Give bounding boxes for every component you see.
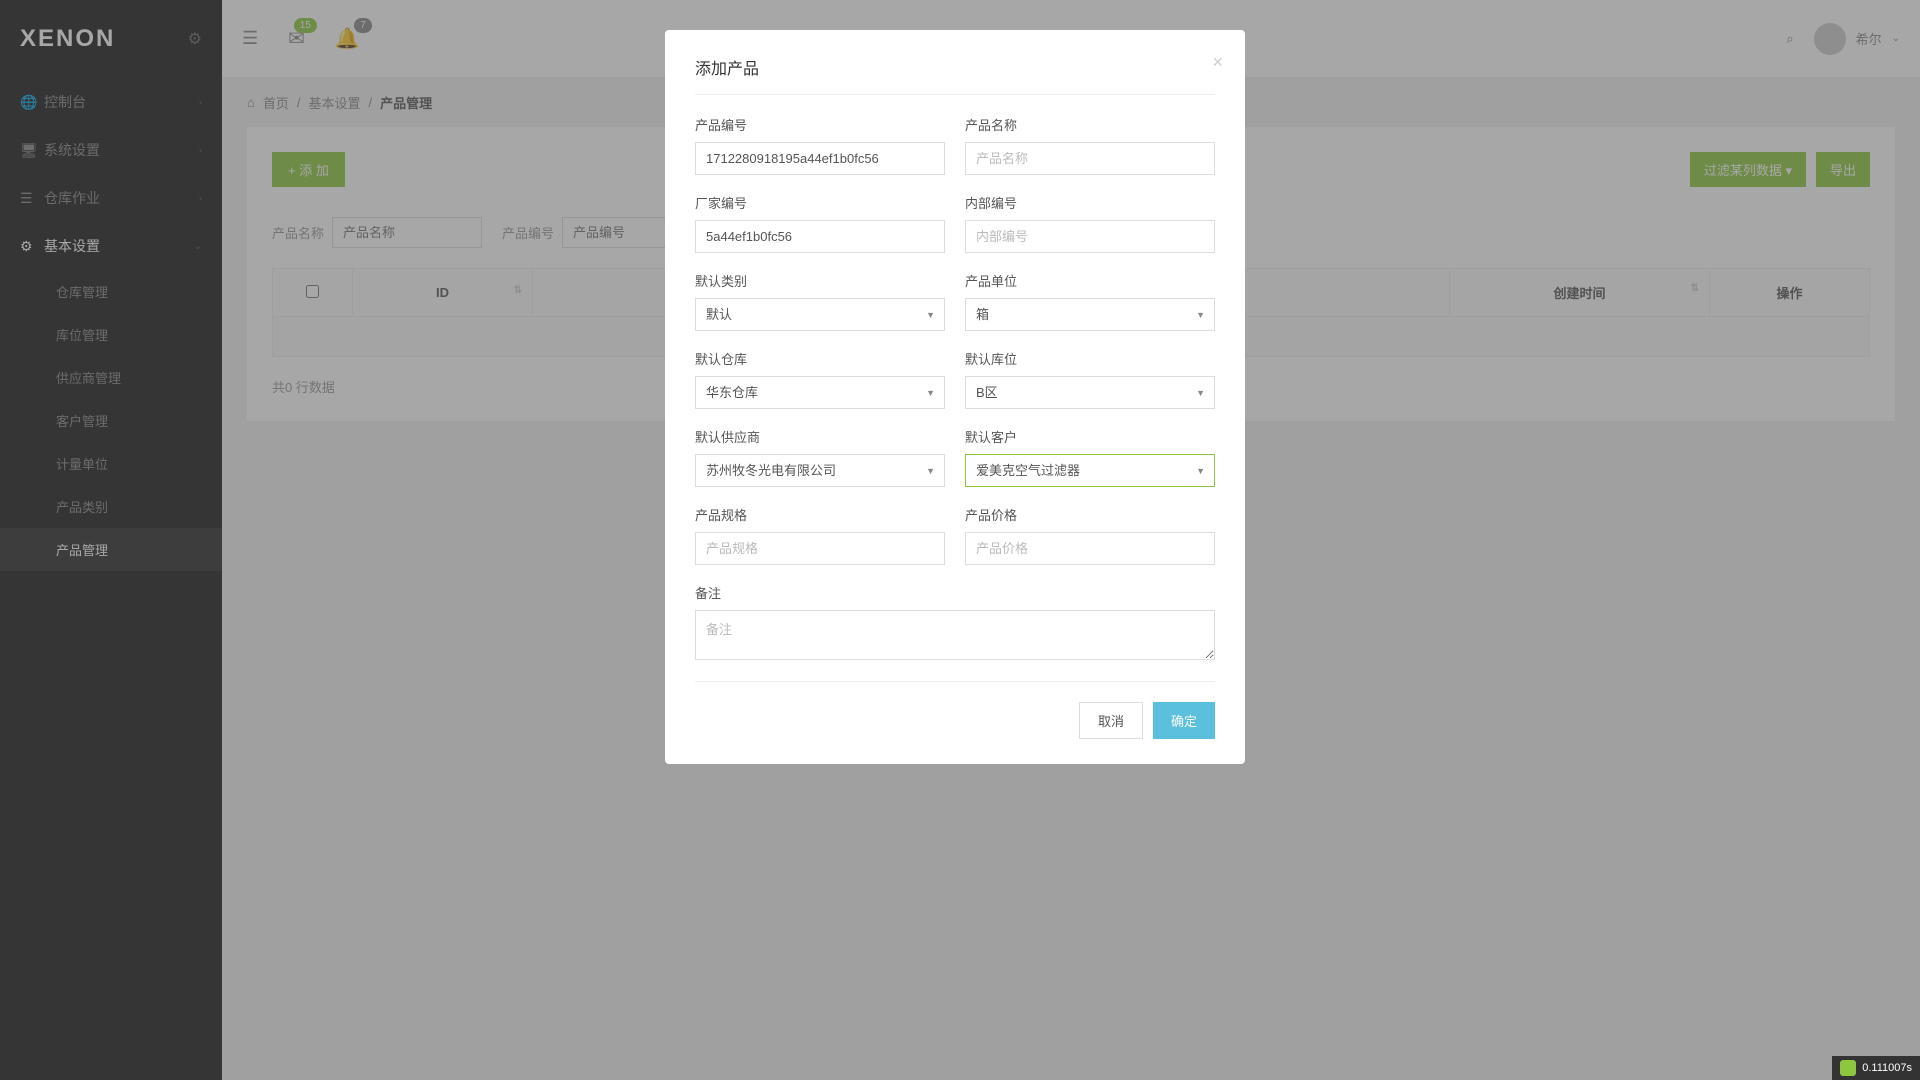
label-default-supplier: 默认供应商 <box>695 427 945 446</box>
label-product-code: 产品编号 <box>695 115 945 134</box>
select-default-customer[interactable]: 爱美克空气过滤器 <box>965 454 1215 487</box>
label-default-category: 默认类别 <box>695 271 945 290</box>
select-default-supplier[interactable]: 苏州牧冬光电有限公司 <box>695 454 945 487</box>
label-default-customer: 默认客户 <box>965 427 1215 446</box>
select-default-location[interactable]: B区 <box>965 376 1215 409</box>
input-product-code[interactable] <box>695 142 945 175</box>
input-factory-code[interactable] <box>695 220 945 253</box>
label-product-name: 产品名称 <box>965 115 1215 134</box>
close-icon[interactable]: × <box>1212 52 1223 73</box>
modal-title: 添加产品 <box>695 55 1215 79</box>
perf-badge: 0.111007s <box>1832 1056 1920 1080</box>
label-default-warehouse: 默认仓库 <box>695 349 945 368</box>
label-default-location: 默认库位 <box>965 349 1215 368</box>
label-internal-code: 内部编号 <box>965 193 1215 212</box>
confirm-button[interactable]: 确定 <box>1153 702 1215 739</box>
input-internal-code[interactable] <box>965 220 1215 253</box>
perf-value: 0.111007s <box>1862 1062 1912 1074</box>
textarea-remark[interactable] <box>695 610 1215 660</box>
label-remark: 备注 <box>695 583 1215 602</box>
input-product-name[interactable] <box>965 142 1215 175</box>
label-product-price: 产品价格 <box>965 505 1215 524</box>
label-product-unit: 产品单位 <box>965 271 1215 290</box>
cancel-button[interactable]: 取消 <box>1079 702 1143 739</box>
select-product-unit[interactable]: 箱 <box>965 298 1215 331</box>
select-default-warehouse[interactable]: 华东仓库 <box>695 376 945 409</box>
input-product-spec[interactable] <box>695 532 945 565</box>
input-product-price[interactable] <box>965 532 1215 565</box>
modal-footer: 取消 确定 <box>695 702 1215 739</box>
select-default-category[interactable]: 默认 <box>695 298 945 331</box>
label-factory-code: 厂家编号 <box>695 193 945 212</box>
add-product-modal: 添加产品 × 产品编号 产品名称 厂家编号 内部编号 默认类别 默认 产品单位 … <box>665 30 1245 764</box>
label-product-spec: 产品规格 <box>695 505 945 524</box>
leaf-icon <box>1840 1060 1856 1076</box>
